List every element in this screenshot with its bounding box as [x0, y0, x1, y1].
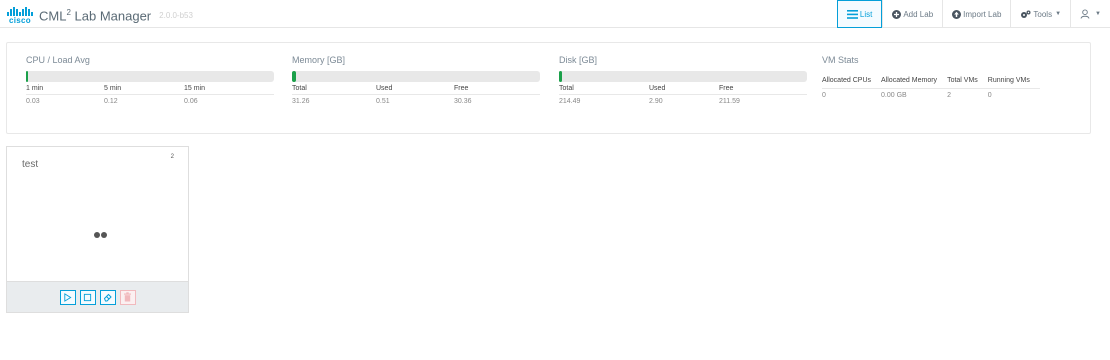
stop-icon	[83, 293, 92, 301]
lab-card[interactable]: test 2	[6, 146, 189, 313]
node-dot	[101, 232, 107, 238]
cpu-value-15min: 0.06	[184, 97, 198, 105]
user-icon	[1080, 9, 1090, 19]
import-lab-button[interactable]: Import Lab	[942, 0, 1010, 28]
vm-value-running-vms: 0	[987, 91, 992, 99]
vm-header-running-vms: Running VMs	[987, 73, 1040, 89]
cpu-header-5min: 5 min	[104, 83, 184, 95]
app-title: CML2 Lab Manager	[39, 8, 152, 24]
import-lab-label: Import Lab	[963, 9, 1002, 19]
cpu-stats: CPU / Load Avg 1 min 5 min 15 min 0.03 0…	[26, 55, 274, 106]
disk-value-free: 211.59	[719, 97, 740, 105]
disk-value-used: 2.90	[649, 97, 663, 105]
disk-table: Total Used Free 214.49 2.90 211.59	[559, 83, 807, 106]
memory-value-total: 31.26	[292, 97, 310, 105]
caret-down-icon: ▼	[1095, 11, 1101, 17]
top-bar: cisco CML2 Lab Manager 2.0.0-b53 List Ad…	[0, 0, 1110, 28]
stop-lab-button[interactable]	[79, 289, 96, 305]
memory-header-total: Total	[292, 83, 376, 95]
lab-title[interactable]: test	[22, 159, 38, 170]
cisco-logo-bars	[7, 7, 33, 17]
memory-table: Total Used Free 31.26 0.51 30.36	[292, 83, 540, 106]
lab-node-count: 2	[170, 154, 174, 160]
gears-icon	[1020, 10, 1031, 19]
add-lab-label: Add Lab	[903, 9, 934, 19]
vm-value-total-vms: 2	[947, 91, 951, 99]
play-icon	[64, 292, 72, 302]
vm-header-total-vms: Total VMs	[947, 73, 988, 89]
disk-title: Disk [GB]	[559, 55, 598, 65]
list-view-button[interactable]: List	[836, 0, 883, 28]
lab-actions	[7, 281, 188, 312]
memory-title: Memory [GB]	[292, 55, 346, 65]
vm-value-allocated-memory: 0.00 GB	[881, 91, 907, 99]
node-dot	[94, 232, 100, 238]
tools-label: Tools	[1033, 9, 1053, 19]
brand[interactable]: cisco CML2 Lab Manager 2.0.0-b53	[7, 4, 193, 25]
cisco-logo-text: cisco	[9, 16, 31, 26]
cpu-value-5min: 0.12	[104, 97, 118, 105]
caret-down-icon: ▼	[1055, 11, 1062, 17]
delete-lab-button[interactable]	[119, 289, 136, 305]
disk-stats: Disk [GB] Total Used Free 214.49 2.90 21…	[559, 55, 807, 106]
disk-usage-bar	[559, 71, 807, 82]
memory-header-used: Used	[376, 83, 454, 95]
top-nav: List Add Lab Import Lab Tools ▼ ▼	[836, 0, 1110, 28]
app-version: 2.0.0-b53	[159, 11, 193, 21]
trash-icon	[124, 292, 131, 302]
cpu-title: CPU / Load Avg	[26, 55, 90, 65]
tools-menu-button[interactable]: Tools ▼	[1010, 0, 1070, 28]
vm-stats: VM Stats Allocated CPUs Allocated Memory…	[822, 55, 1040, 100]
vm-stats-table: Allocated CPUs Allocated Memory Total VM…	[822, 73, 1040, 100]
plus-circle-icon	[892, 9, 902, 19]
cpu-header-1min: 1 min	[26, 83, 104, 95]
disk-value-total: 214.49	[559, 97, 581, 105]
cisco-logo: cisco	[7, 7, 33, 25]
lab-topology-preview[interactable]	[94, 232, 107, 238]
list-view-label: List	[859, 9, 873, 19]
cpu-value-1min: 0.03	[26, 97, 40, 105]
disk-header-free: Free	[719, 83, 807, 95]
memory-value-free: 30.36	[454, 97, 472, 105]
cpu-load-table: 1 min 5 min 15 min 0.03 0.12 0.06	[26, 83, 274, 106]
memory-usage-bar	[292, 71, 540, 82]
disk-header-used: Used	[649, 83, 719, 95]
cpu-usage-fill	[26, 71, 28, 82]
vm-header-allocated-memory: Allocated Memory	[881, 73, 948, 89]
wipe-lab-button[interactable]	[99, 289, 116, 305]
memory-value-used: 0.51	[376, 97, 390, 105]
system-stats-panel: CPU / Load Avg 1 min 5 min 15 min 0.03 0…	[6, 42, 1091, 134]
start-lab-button[interactable]	[59, 289, 76, 305]
vm-header-allocated-cpus: Allocated CPUs	[822, 73, 882, 89]
vm-value-allocated-cpus: 0	[822, 91, 826, 99]
vm-stats-title: VM Stats	[822, 55, 859, 65]
disk-header-total: Total	[559, 83, 649, 95]
cpu-header-15min: 15 min	[184, 83, 274, 95]
disk-usage-fill	[559, 71, 563, 82]
eraser-icon	[103, 293, 112, 302]
user-menu-button[interactable]: ▼	[1070, 0, 1110, 28]
memory-usage-fill	[292, 71, 296, 82]
memory-stats: Memory [GB] Total Used Free 31.26 0.51 3…	[292, 55, 540, 106]
cpu-usage-bar	[26, 71, 274, 82]
list-icon	[846, 9, 858, 19]
memory-header-free: Free	[454, 83, 540, 95]
upload-circle-icon	[952, 9, 962, 19]
add-lab-button[interactable]: Add Lab	[882, 0, 942, 28]
